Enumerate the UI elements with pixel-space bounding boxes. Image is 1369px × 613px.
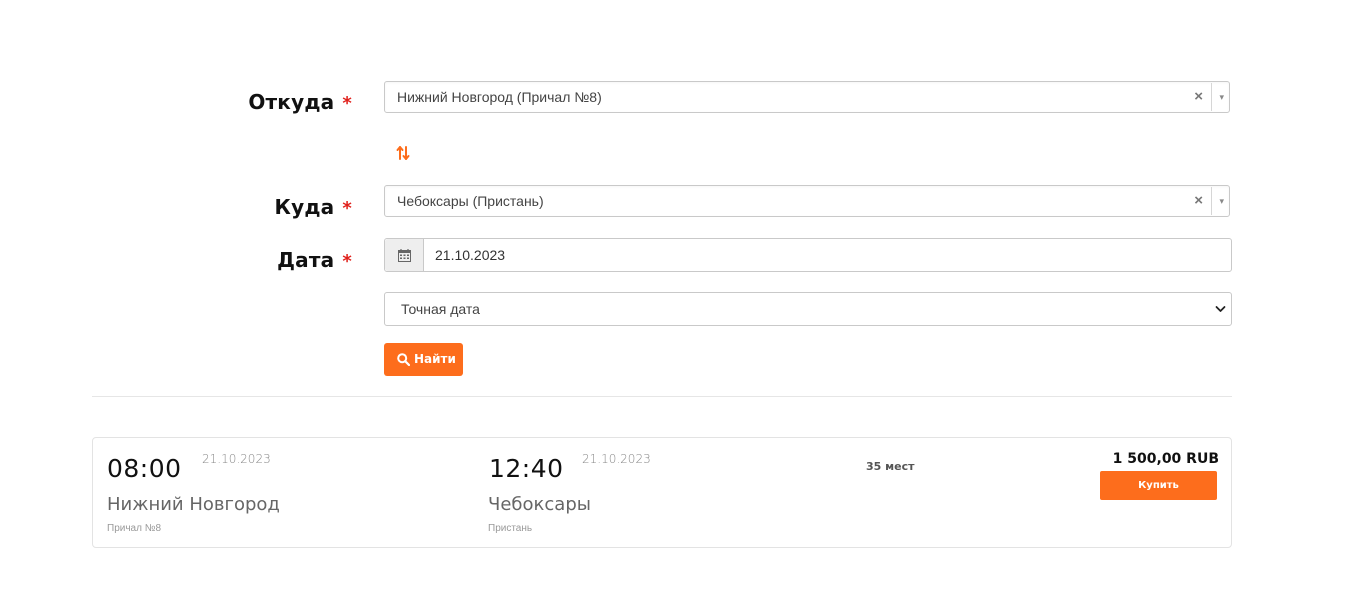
to-label: Куда * xyxy=(275,195,352,219)
search-button-label: Найти xyxy=(414,352,456,366)
departure-city: Нижний Новгород xyxy=(107,494,280,515)
from-select-value: Нижний Новгород (Причал №8) xyxy=(397,89,602,105)
to-label-text: Куда xyxy=(274,195,335,219)
from-dropdown-arrow-icon[interactable]: ▾ xyxy=(1219,82,1224,113)
to-required-mark: * xyxy=(342,198,352,219)
from-label: Откуда * xyxy=(248,90,352,114)
search-icon xyxy=(397,353,410,366)
departure-time: 08:00 xyxy=(107,454,182,483)
date-field-value[interactable]: 21.10.2023 xyxy=(435,239,505,271)
section-divider xyxy=(92,396,1232,397)
from-label-text: Откуда xyxy=(248,90,335,114)
date-input-group[interactable]: 21.10.2023 xyxy=(384,238,1232,272)
to-select-separator xyxy=(1211,187,1212,215)
from-clear-icon[interactable]: × xyxy=(1194,82,1203,112)
arrival-date: 21.10.2023 xyxy=(582,452,651,466)
calendar-icon xyxy=(398,249,411,262)
from-required-mark: * xyxy=(342,93,352,114)
from-select-separator xyxy=(1211,83,1212,111)
to-select[interactable]: Чебоксары (Пристань) × ▾ xyxy=(384,185,1230,217)
date-label: Дата * xyxy=(277,248,352,272)
to-dropdown-arrow-icon[interactable]: ▾ xyxy=(1219,186,1224,217)
trip-result-card: 08:00 21.10.2023 Нижний Новгород Причал … xyxy=(92,437,1232,548)
calendar-addon[interactable] xyxy=(385,239,424,271)
to-clear-icon[interactable]: × xyxy=(1194,186,1203,216)
departure-date: 21.10.2023 xyxy=(202,452,271,466)
search-page: Откуда * Нижний Новгород (Причал №8) × ▾ … xyxy=(0,0,1369,613)
arrival-pier: Пристань xyxy=(488,523,533,534)
search-button[interactable]: Найти xyxy=(384,343,463,376)
available-seats: 35 мест xyxy=(866,460,915,473)
chevron-down-icon xyxy=(1215,306,1226,312)
arrival-city: Чебоксары xyxy=(488,494,591,515)
buy-button[interactable]: Купить xyxy=(1100,471,1217,500)
date-label-text: Дата xyxy=(277,248,335,272)
to-select-value: Чебоксары (Пристань) xyxy=(397,193,544,209)
date-mode-value: Точная дата xyxy=(401,301,480,317)
departure-pier: Причал №8 xyxy=(107,523,162,534)
from-select[interactable]: Нижний Новгород (Причал №8) × ▾ xyxy=(384,81,1230,113)
date-required-mark: * xyxy=(342,251,352,272)
date-mode-select[interactable]: Точная дата xyxy=(384,292,1232,326)
ticket-price: 1 500,00 RUB xyxy=(1112,451,1219,467)
swap-directions-icon[interactable] xyxy=(396,144,410,162)
arrival-time: 12:40 xyxy=(489,454,564,483)
